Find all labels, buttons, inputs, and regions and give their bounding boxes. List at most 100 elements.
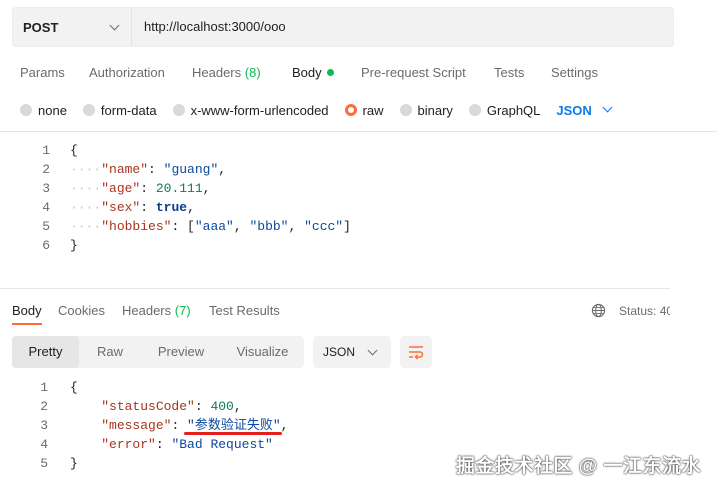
radio-circle-icon bbox=[82, 104, 95, 116]
radio-label: none bbox=[38, 102, 67, 118]
response-tab-headers[interactable]: Headers (7) bbox=[122, 303, 191, 318]
tab-headers-count: (8) bbox=[244, 65, 261, 80]
view-preview-button[interactable]: Preview bbox=[143, 336, 219, 368]
code-lines: { ····"name": "guang", ····"age": 20.111… bbox=[70, 141, 670, 255]
json-value: 400 bbox=[210, 399, 234, 414]
code-line: ····"hobbies": ["aaa", "bbb", "ccc"] bbox=[70, 219, 351, 234]
wrap-lines-button[interactable] bbox=[400, 336, 432, 368]
globe-icon[interactable] bbox=[591, 303, 606, 318]
json-key: "message" bbox=[101, 418, 172, 433]
watermark: 掘金技术社区 @ 一江东流水 bbox=[455, 456, 701, 477]
body-type-options: none form-data x-www-form-urlencoded raw… bbox=[20, 102, 613, 118]
code-line: { bbox=[70, 141, 670, 160]
json-value: "参数验证失败" bbox=[187, 418, 281, 433]
code-line: "statusCode": 400, bbox=[101, 399, 242, 414]
radio-form-data[interactable]: form-data bbox=[82, 102, 157, 118]
line-number: 3 bbox=[42, 181, 50, 196]
brace: { bbox=[70, 380, 78, 395]
radio-none[interactable]: none bbox=[20, 103, 67, 118]
radio-binary[interactable]: binary bbox=[399, 102, 453, 118]
response-status: Status: 40 bbox=[619, 304, 670, 318]
method-label: POST bbox=[23, 19, 59, 35]
tab-authorization[interactable]: Authorization bbox=[89, 65, 165, 80]
json-key: "statusCode" bbox=[101, 399, 195, 414]
body-format-select[interactable]: JSON bbox=[556, 102, 613, 118]
line-number: 2 bbox=[40, 399, 48, 414]
json-value: "Bad Request" bbox=[171, 437, 273, 452]
radio-x-www-form-urlencoded[interactable]: x-www-form-urlencoded bbox=[172, 102, 329, 118]
view-pretty-button[interactable]: Pretty bbox=[12, 336, 79, 368]
line-number: 1 bbox=[40, 380, 48, 395]
radio-circle-icon bbox=[20, 104, 32, 116]
code-line: ····"name": "guang", bbox=[70, 162, 227, 177]
json-key: "name" bbox=[101, 162, 149, 177]
modified-dot-icon bbox=[326, 69, 334, 76]
chevron-down-icon bbox=[109, 20, 120, 31]
radio-raw[interactable]: raw bbox=[344, 102, 384, 118]
tab-headers-label: Headers bbox=[192, 65, 242, 80]
json-key: "hobbies" bbox=[101, 219, 172, 234]
radio-label: GraphQL bbox=[486, 102, 541, 118]
tab-settings[interactable]: Settings bbox=[551, 65, 598, 80]
tab-headers[interactable]: Headers (8) bbox=[192, 65, 261, 80]
line-number: 3 bbox=[40, 418, 48, 433]
json-value: "guang" bbox=[163, 162, 219, 177]
view-mode-group: Pretty Raw Preview Visualize bbox=[12, 336, 304, 368]
tab-body-label: Body bbox=[292, 65, 322, 80]
tab-tests[interactable]: Tests bbox=[494, 65, 524, 80]
view-raw-button[interactable]: Raw bbox=[79, 336, 141, 368]
method-select[interactable]: POST bbox=[13, 8, 132, 46]
code-line: "message": "参数验证失败", bbox=[101, 418, 289, 433]
tab-pre-request-script[interactable]: Pre-request Script bbox=[361, 65, 466, 80]
response-tab-test-results[interactable]: Test Results bbox=[209, 303, 280, 318]
response-format-select[interactable]: JSON bbox=[313, 336, 391, 368]
response-tab-headers-label: Headers bbox=[122, 303, 172, 318]
code-line: { bbox=[70, 378, 630, 397]
response-format-label: JSON bbox=[323, 345, 356, 359]
code-line: ····"age": 20.111, bbox=[70, 181, 211, 196]
tab-body[interactable]: Body bbox=[292, 65, 334, 80]
line-number: 6 bbox=[42, 238, 50, 253]
json-value: 20.111 bbox=[155, 181, 203, 196]
body-format-label: JSON bbox=[556, 102, 592, 118]
line-number: 2 bbox=[42, 162, 50, 177]
brace: { bbox=[70, 143, 78, 158]
radio-circle-icon bbox=[468, 104, 481, 116]
json-key: "sex" bbox=[101, 200, 141, 215]
chevron-down-icon bbox=[602, 102, 613, 112]
line-number: 4 bbox=[42, 200, 50, 215]
radio-circle-icon bbox=[172, 104, 185, 116]
json-value: true bbox=[155, 200, 188, 215]
json-value: "ccc" bbox=[304, 219, 344, 234]
response-tab-headers-count: (7) bbox=[174, 303, 191, 318]
code-line: } bbox=[70, 236, 670, 255]
url-input[interactable]: http://localhost:3000/ooo bbox=[144, 19, 286, 34]
response-tab-cookies[interactable]: Cookies bbox=[58, 303, 105, 318]
line-number: 5 bbox=[40, 456, 48, 471]
request-body-editor[interactable]: 1 2 3 4 5 6 { ····"name": "guang", ····"… bbox=[0, 141, 670, 289]
line-number: 5 bbox=[42, 219, 50, 234]
radio-graphql[interactable]: GraphQL bbox=[468, 102, 541, 118]
tab-params[interactable]: Params bbox=[20, 65, 65, 80]
code-line: ····"sex": true, bbox=[70, 200, 195, 215]
brace: } bbox=[70, 456, 78, 471]
radio-label: x-www-form-urlencoded bbox=[190, 102, 329, 118]
radio-label: form-data bbox=[100, 102, 157, 118]
json-key: "age" bbox=[101, 181, 141, 196]
wrap-lines-icon bbox=[409, 346, 424, 360]
highlight-underline bbox=[184, 432, 282, 435]
radio-label: binary bbox=[417, 102, 453, 118]
response-tab-body[interactable]: Body bbox=[12, 303, 42, 318]
radio-label: raw bbox=[362, 102, 384, 118]
json-value: "aaa" bbox=[194, 219, 234, 234]
line-number: 1 bbox=[42, 143, 50, 158]
json-key: "error" bbox=[101, 437, 156, 452]
radio-selected-icon bbox=[344, 104, 357, 116]
view-visualize-button[interactable]: Visualize bbox=[221, 336, 304, 368]
brace: } bbox=[70, 238, 78, 253]
active-tab-indicator bbox=[12, 323, 42, 325]
line-numbers: 1 2 3 4 5 6 bbox=[30, 141, 50, 255]
radio-circle-icon bbox=[399, 104, 412, 116]
section-divider bbox=[0, 131, 717, 132]
chevron-down-icon bbox=[367, 345, 378, 356]
